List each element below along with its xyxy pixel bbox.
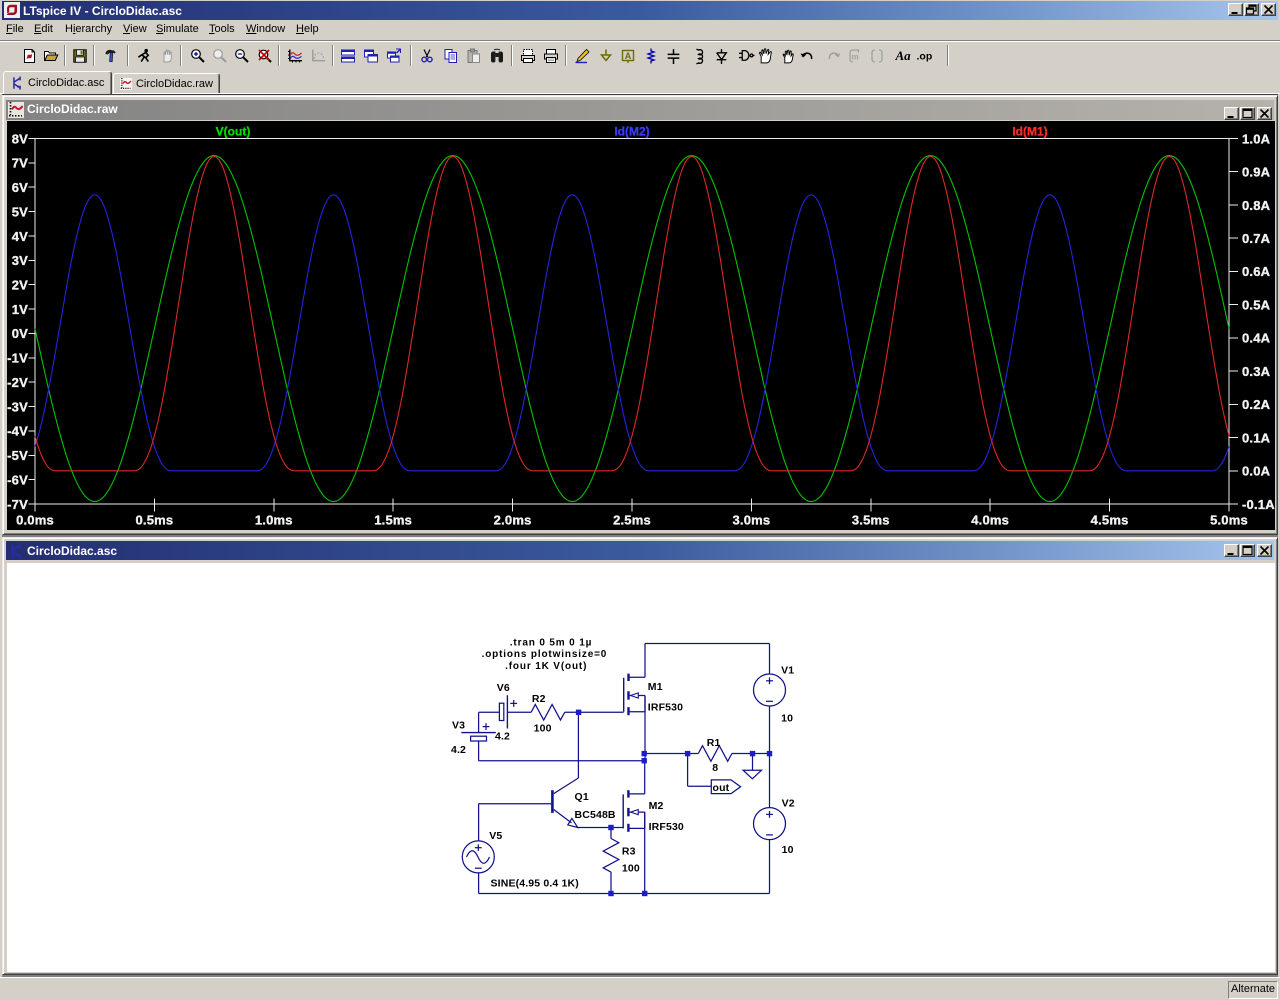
svg-text:V1: V1 [781,664,794,676]
svg-text:4.2: 4.2 [451,744,466,756]
svg-text:.four 1K V(out): .four 1K V(out) [505,661,587,672]
svg-text:IRF530: IRF530 [648,702,683,714]
svg-text:10: 10 [781,712,793,724]
svg-text:.options plotwinsize=0: .options plotwinsize=0 [482,649,608,660]
svg-text:out: out [713,782,730,794]
svg-text:V6: V6 [497,682,510,694]
svg-text:8: 8 [712,762,718,774]
svg-text:10: 10 [782,844,794,856]
svg-text:M1: M1 [648,681,663,693]
svg-text:IRF530: IRF530 [649,821,684,833]
svg-text:V3: V3 [452,719,465,731]
svg-text:Q1: Q1 [575,791,589,803]
svg-text:4.2: 4.2 [495,730,510,742]
svg-text:BC548B: BC548B [575,809,616,821]
svg-text:100: 100 [534,723,552,735]
svg-text:M2: M2 [649,800,664,812]
svg-text:R2: R2 [532,693,546,705]
svg-text:SINE(4.95 0.4 1K): SINE(4.95 0.4 1K) [491,878,579,890]
svg-text:R3: R3 [622,846,636,858]
svg-text:V5: V5 [489,830,502,842]
svg-text:R1: R1 [707,737,721,749]
svg-text:100: 100 [622,862,640,874]
svg-text:.tran 0 5m 0 1µ: .tran 0 5m 0 1µ [510,638,592,649]
svg-text:V2: V2 [782,797,795,809]
